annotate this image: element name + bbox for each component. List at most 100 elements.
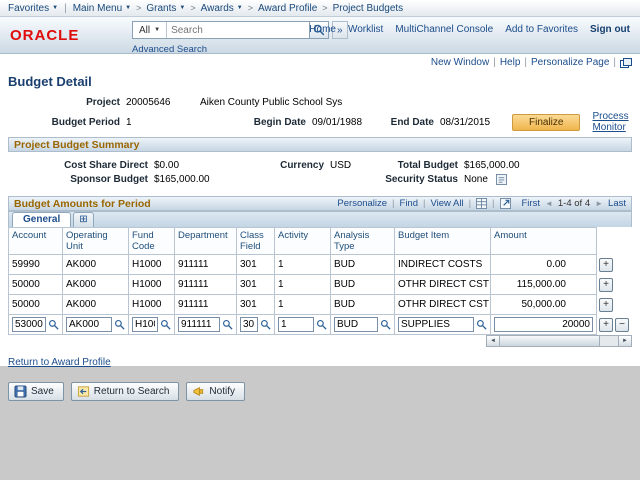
fund-code-input[interactable] <box>132 317 158 332</box>
help-link[interactable]: Help <box>500 57 521 68</box>
return-to-search-button[interactable]: Return to Search <box>71 382 180 401</box>
notify-button[interactable]: Notify <box>186 382 245 401</box>
lookup-icon[interactable] <box>48 319 59 330</box>
budget-item-input[interactable] <box>398 317 474 332</box>
department-input[interactable] <box>178 317 220 332</box>
first-link[interactable]: First <box>522 198 540 209</box>
cell-department <box>175 315 237 335</box>
lookup-icon[interactable] <box>222 319 233 330</box>
scrollbar-thumb[interactable] <box>500 336 600 346</box>
zoom-grid-icon[interactable] <box>500 198 511 209</box>
cell-class-field: 301 <box>237 275 275 295</box>
worklist-link[interactable]: Worklist <box>348 24 383 35</box>
column-header-analysis-type[interactable]: Analysis Type <box>331 228 395 255</box>
chevron-down-icon: ▼ <box>52 5 58 11</box>
last-link[interactable]: Last <box>608 198 626 209</box>
search-scope-value: All <box>139 25 150 36</box>
process-monitor-link[interactable]: Process Monitor <box>592 111 640 133</box>
column-header-account[interactable]: Account <box>9 228 63 255</box>
lookup-icon[interactable] <box>260 319 271 330</box>
account-input[interactable] <box>12 317 46 332</box>
multichannel-console-link[interactable]: MultiChannel Console <box>395 24 493 35</box>
sponsor-budget-label: Sponsor Budget <box>8 174 148 185</box>
add-row-button[interactable]: + <box>599 258 613 272</box>
previous-rows-icon[interactable]: ◄ <box>545 199 553 208</box>
sign-out-link[interactable]: Sign out <box>590 24 630 35</box>
new-window-link[interactable]: New Window <box>431 57 489 68</box>
breadcrumb-awards[interactable]: Awards ▼ <box>201 3 243 14</box>
add-to-favorites-link[interactable]: Add to Favorites <box>505 24 578 35</box>
security-detail-icon[interactable] <box>496 174 507 185</box>
sponsor-budget-value: $165,000.00 <box>154 174 258 185</box>
lookup-icon[interactable] <box>380 319 391 330</box>
column-header-budget-item[interactable]: Budget Item <box>395 228 491 255</box>
breadcrumb-project-budgets[interactable]: Project Budgets <box>333 3 404 14</box>
show-all-columns-tab[interactable]: ⊞ <box>73 212 93 227</box>
download-grid-icon[interactable] <box>476 198 487 209</box>
column-header-department[interactable]: Department <box>175 228 237 255</box>
finalize-button[interactable]: Finalize <box>512 114 580 131</box>
advanced-search-link[interactable]: Advanced Search <box>132 44 207 55</box>
column-header-amount[interactable]: Amount <box>491 228 597 255</box>
column-header-operating-unit[interactable]: Operating Unit <box>63 228 129 255</box>
toolbar-divider: | <box>423 198 425 209</box>
home-link[interactable]: Home <box>309 24 336 35</box>
column-header-activity[interactable]: Activity <box>275 228 331 255</box>
tab-general[interactable]: General <box>12 212 71 227</box>
breadcrumb-favorites[interactable]: Favorites ▼ <box>8 3 58 14</box>
view-all-link[interactable]: View All <box>430 198 463 209</box>
scroll-left-arrow[interactable]: ◄ <box>487 336 500 346</box>
amount-input[interactable] <box>494 317 593 332</box>
lookup-icon[interactable] <box>114 319 125 330</box>
breadcrumb-separator: > <box>190 3 195 13</box>
search-input[interactable] <box>167 25 309 36</box>
cell-fund-code: H1000 <box>129 255 175 275</box>
page-title: Budget Detail <box>0 69 640 95</box>
add-row-button[interactable]: + <box>599 298 613 312</box>
class-field-input[interactable] <box>240 317 258 332</box>
activity-input[interactable] <box>278 317 314 332</box>
row-actions: +− <box>597 315 633 335</box>
chevron-down-icon: ▼ <box>179 5 185 11</box>
summary-section: Cost Share Direct $0.00 Currency USD Tot… <box>0 152 640 192</box>
cell-budget-item: INDIRECT COSTS <box>395 255 491 275</box>
find-link[interactable]: Find <box>400 198 418 209</box>
row-actions: + <box>597 255 633 275</box>
security-status-value: None <box>464 174 488 185</box>
analysis-type-input[interactable] <box>334 317 378 332</box>
horizontal-scrollbar[interactable]: ◄ ► <box>486 335 632 347</box>
breadcrumb-grants[interactable]: Grants ▼ <box>146 3 185 14</box>
lookup-icon[interactable] <box>316 319 327 330</box>
save-disk-icon <box>14 385 27 398</box>
toolbar-divider: | <box>392 198 394 209</box>
end-date-value: 08/31/2015 <box>440 117 498 128</box>
cell-fund-code <box>129 315 175 335</box>
cell-activity: 1 <box>275 255 331 275</box>
save-button[interactable]: Save <box>8 382 64 401</box>
grid-section-header: Budget Amounts for Period Personalize | … <box>8 196 632 211</box>
column-header-fund-code[interactable]: Fund Code <box>129 228 175 255</box>
lookup-icon[interactable] <box>160 319 171 330</box>
return-to-award-profile-link[interactable]: Return to Award Profile <box>8 357 111 368</box>
cell-department: 911111 <box>175 255 237 275</box>
scrollbar-track[interactable] <box>600 336 618 346</box>
cell-budget-item <box>395 315 491 335</box>
toolbar-divider: | <box>469 198 471 209</box>
delete-row-button[interactable]: − <box>615 318 629 332</box>
search-scope-dropdown[interactable]: All ▼ <box>133 22 167 38</box>
personalize-page-link[interactable]: Personalize Page <box>531 57 609 68</box>
breadcrumb-separator: > <box>248 3 253 13</box>
http-window-icon[interactable] <box>620 58 632 68</box>
lookup-icon[interactable] <box>476 319 487 330</box>
summary-section-title: Project Budget Summary <box>14 139 139 151</box>
add-row-button[interactable]: + <box>599 278 613 292</box>
breadcrumb-awards-label: Awards <box>201 3 234 14</box>
breadcrumb-award-profile[interactable]: Award Profile <box>258 3 317 14</box>
personalize-link[interactable]: Personalize <box>337 198 387 209</box>
operating-unit-input[interactable] <box>66 317 112 332</box>
column-header-class-field[interactable]: Class Field <box>237 228 275 255</box>
scroll-right-arrow[interactable]: ► <box>618 336 631 346</box>
breadcrumb-main-menu[interactable]: Main Menu ▼ <box>73 3 131 14</box>
next-rows-icon[interactable]: ► <box>595 199 603 208</box>
add-row-button[interactable]: + <box>599 318 613 332</box>
